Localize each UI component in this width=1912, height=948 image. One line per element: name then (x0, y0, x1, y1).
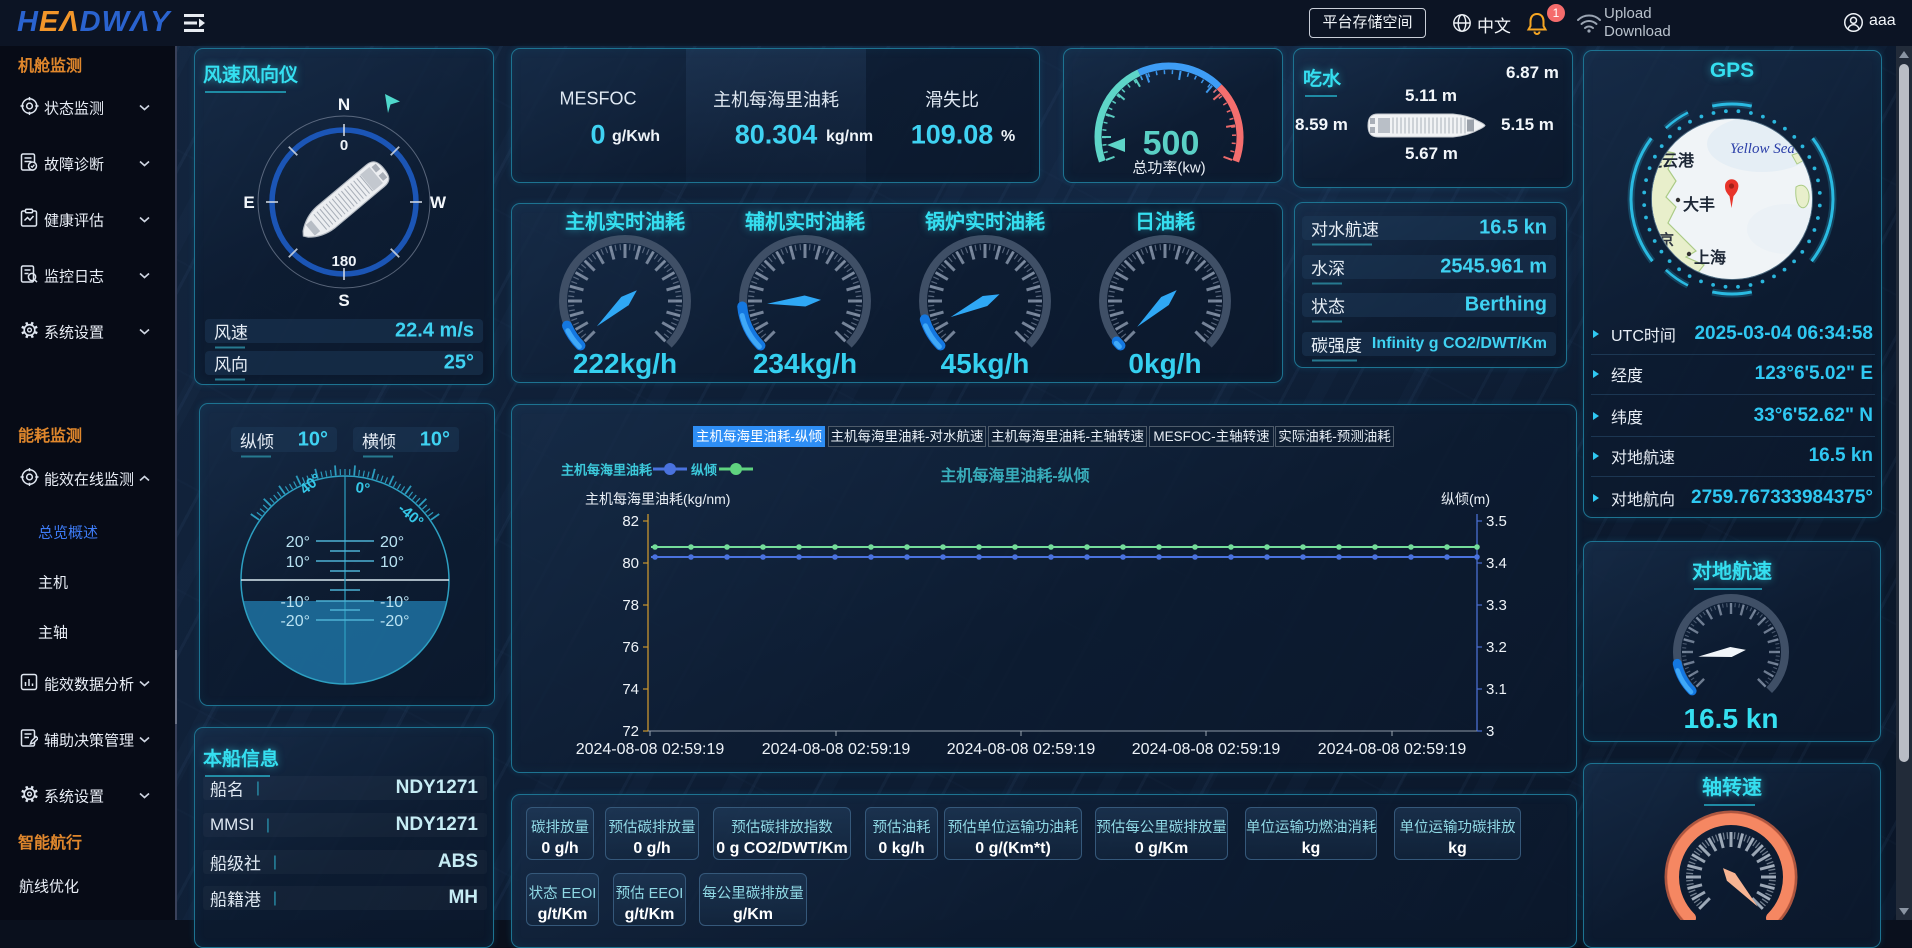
svg-text:3.5: 3.5 (1486, 513, 1507, 530)
svg-text:-20°: -20° (380, 613, 410, 630)
svg-text:3: 3 (1486, 723, 1494, 740)
svg-text:82: 82 (622, 513, 639, 530)
svg-text:3.2: 3.2 (1486, 639, 1507, 656)
svg-text:0°: 0° (354, 479, 371, 498)
svg-text:S: S (338, 291, 349, 310)
svg-text:3.4: 3.4 (1486, 555, 1507, 572)
svg-text:W: W (430, 193, 447, 212)
svg-text:20°: 20° (286, 534, 310, 551)
svg-text:2024-08-08 02:59:19: 2024-08-08 02:59:19 (576, 741, 725, 758)
svg-text:-10°: -10° (380, 594, 410, 611)
svg-text:74: 74 (622, 681, 639, 698)
svg-text:72: 72 (622, 723, 639, 740)
svg-text:3.1: 3.1 (1486, 681, 1507, 698)
svg-text:76: 76 (622, 639, 639, 656)
svg-text:2024-08-08 02:59:19: 2024-08-08 02:59:19 (762, 741, 911, 758)
svg-text:上海: 上海 (1694, 248, 1726, 267)
svg-text:2024-08-08 02:59:19: 2024-08-08 02:59:19 (1318, 741, 1467, 758)
svg-text:连云港: 连云港 (1646, 151, 1695, 170)
svg-text:0: 0 (340, 137, 348, 154)
svg-text:10°: 10° (286, 554, 310, 571)
svg-text:E: E (243, 193, 254, 212)
svg-text:78: 78 (622, 597, 639, 614)
svg-text:20°: 20° (380, 534, 404, 551)
svg-text:180: 180 (331, 253, 356, 270)
svg-text:-10°: -10° (280, 594, 310, 611)
svg-text:3.3: 3.3 (1486, 597, 1507, 614)
svg-text:Yellow Sea: Yellow Sea (1730, 141, 1795, 157)
svg-text:40°: 40° (297, 470, 325, 498)
svg-text:10°: 10° (380, 554, 404, 571)
svg-text:N: N (338, 95, 350, 114)
svg-text:80: 80 (622, 555, 639, 572)
svg-text:-20°: -20° (280, 613, 310, 630)
svg-text:-40°: -40° (394, 500, 426, 531)
svg-text:2024-08-08 02:59:19: 2024-08-08 02:59:19 (1132, 741, 1281, 758)
svg-text:2024-08-08 02:59:19: 2024-08-08 02:59:19 (947, 741, 1096, 758)
svg-text:大丰: 大丰 (1683, 195, 1715, 214)
